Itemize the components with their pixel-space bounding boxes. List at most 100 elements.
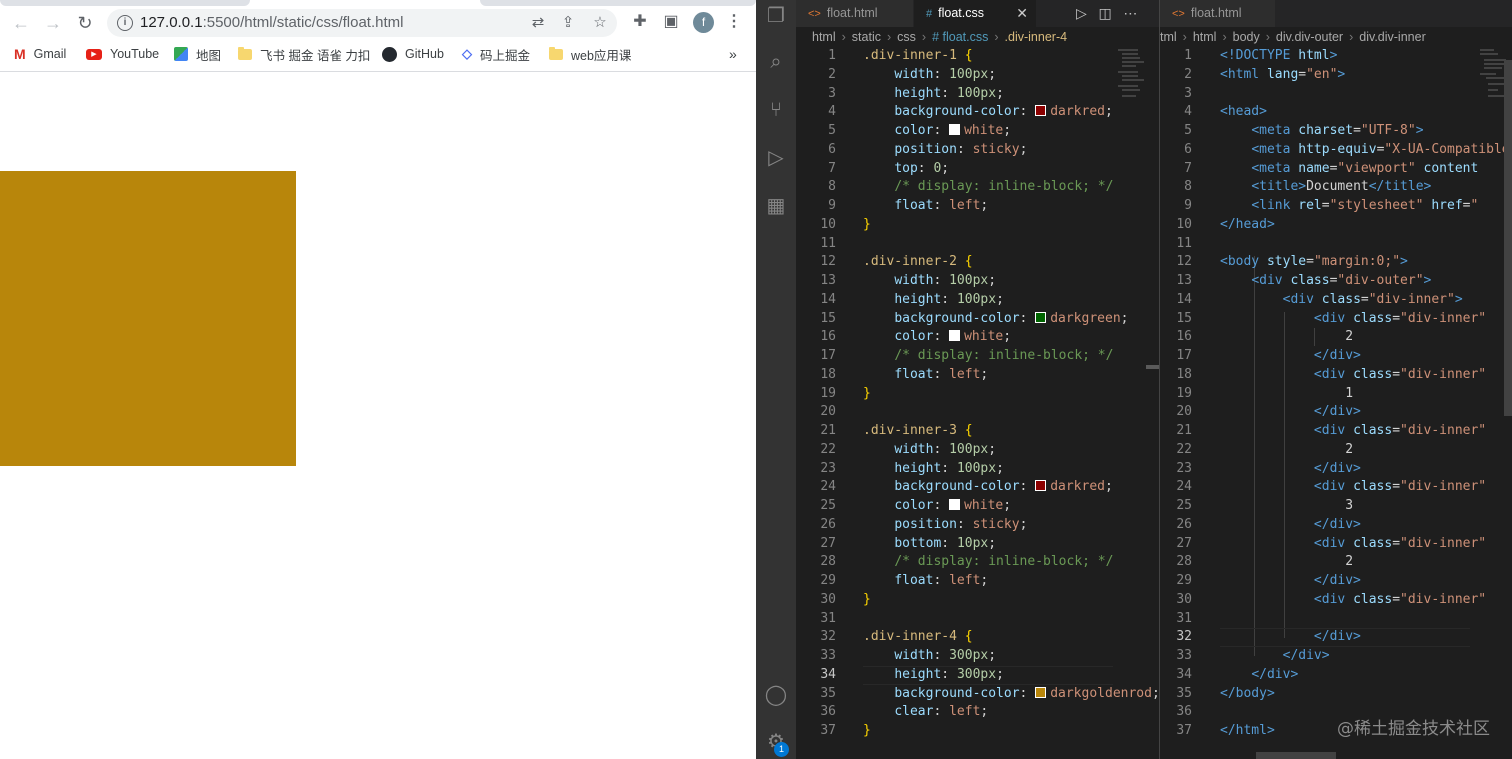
code-line[interactable]: </div> xyxy=(1220,628,1361,647)
css-scroll-indicator[interactable] xyxy=(1146,365,1159,369)
code-line[interactable]: /* display: inline-block; */ xyxy=(863,347,1113,366)
tab-float-html[interactable]: <> float.html xyxy=(796,0,913,27)
breadcrumb-item[interactable]: tml xyxy=(1160,30,1177,44)
code-line[interactable]: 3 xyxy=(1220,497,1353,516)
code-line[interactable]: float: left; xyxy=(863,366,988,385)
code-line[interactable]: </div> xyxy=(1220,666,1298,685)
code-line[interactable]: <!DOCTYPE html> xyxy=(1220,47,1337,66)
html-horizontal-scrollbar[interactable] xyxy=(1256,752,1336,759)
code-line[interactable]: /* display: inline-block; */ xyxy=(863,553,1113,572)
code-line[interactable]: <head> xyxy=(1220,103,1267,122)
bookmark-juejin[interactable]: ◇ 码上掘金 xyxy=(462,45,530,63)
url-text[interactable]: 127.0.0.1:5500/html/static/css/float.htm… xyxy=(140,14,403,31)
code-line[interactable]: </div> xyxy=(1220,572,1361,591)
code-line[interactable]: <meta name="viewport" content xyxy=(1220,160,1478,179)
code-line[interactable]: width: 300px; xyxy=(863,647,996,666)
code-line[interactable]: bottom: 10px; xyxy=(863,535,996,554)
breadcrumb-item[interactable]: # float.css xyxy=(932,30,988,44)
code-line[interactable]: .div-inner-3 { xyxy=(863,422,973,441)
code-line[interactable]: <meta http-equiv="X-UA-Compatible" xyxy=(1220,141,1512,160)
code-line[interactable]: 1 xyxy=(1220,385,1353,404)
code-line[interactable]: .div-inner-4 { xyxy=(863,628,973,647)
code-line[interactable]: </div> xyxy=(1220,347,1361,366)
site-info-icon[interactable]: i xyxy=(117,15,133,31)
css-minimap[interactable] xyxy=(1118,47,1154,107)
tab-float-html-right[interactable]: <> float.html xyxy=(1160,0,1275,27)
translate-icon[interactable]: ⇄ xyxy=(529,14,547,32)
back-icon[interactable]: ← xyxy=(10,12,32,34)
code-line[interactable]: background-color: darkgoldenrod; xyxy=(863,685,1159,704)
code-line[interactable]: <div class="div-inner" xyxy=(1220,535,1486,554)
code-line[interactable]: <meta charset="UTF-8"> xyxy=(1220,122,1423,141)
breadcrumb-item[interactable]: css xyxy=(897,30,916,44)
code-line[interactable]: </head> xyxy=(1220,216,1275,235)
reload-icon[interactable]: ↻ xyxy=(74,12,96,34)
source-control-icon[interactable]: ⑂ xyxy=(762,96,790,124)
breadcrumb-item[interactable]: html xyxy=(1193,30,1217,44)
side-panel-icon[interactable]: ▣ xyxy=(661,12,681,32)
code-line[interactable]: <div class="div-inner" xyxy=(1220,366,1486,385)
code-line[interactable]: float: left; xyxy=(863,572,988,591)
more-actions-icon[interactable]: ⋯ xyxy=(1123,5,1137,21)
run-icon[interactable]: ▷ xyxy=(1076,5,1087,21)
code-line[interactable]: background-color: darkred; xyxy=(863,103,1113,122)
breadcrumb-item[interactable]: div.div-outer xyxy=(1276,30,1343,44)
profile-avatar[interactable]: f xyxy=(693,12,714,33)
code-line[interactable]: <div class="div-inner" xyxy=(1220,310,1486,329)
code-line[interactable]: </div> xyxy=(1220,516,1361,535)
code-line[interactable]: width: 100px; xyxy=(863,441,996,460)
code-line[interactable]: </div> xyxy=(1220,460,1361,479)
code-line[interactable]: </div> xyxy=(1220,647,1330,666)
address-bar[interactable]: i 127.0.0.1:5500/html/static/css/float.h… xyxy=(107,9,617,37)
code-line[interactable]: } xyxy=(863,591,871,610)
code-line[interactable]: } xyxy=(863,216,871,235)
html-scrollbar[interactable] xyxy=(1504,60,1512,416)
code-line[interactable]: height: 100px; xyxy=(863,291,1004,310)
code-line[interactable]: .div-inner-2 { xyxy=(863,253,973,272)
bookmark-gmail[interactable]: M Gmail xyxy=(14,45,66,63)
code-line[interactable]: background-color: darkred; xyxy=(863,478,1113,497)
code-line[interactable]: } xyxy=(863,385,871,404)
forward-icon[interactable]: → xyxy=(42,12,64,34)
bookmark-maps[interactable]: 地图 xyxy=(174,45,221,63)
code-line[interactable]: 2 xyxy=(1220,553,1353,572)
code-line[interactable]: .div-inner-1 { xyxy=(863,47,973,66)
explorer-icon[interactable]: ❐ xyxy=(762,2,790,30)
code-line[interactable]: <html lang="en"> xyxy=(1220,66,1345,85)
extensions-icon[interactable]: ✚ xyxy=(630,12,650,32)
breadcrumb-item[interactable]: div.div-inner xyxy=(1359,30,1425,44)
code-line[interactable]: clear: left; xyxy=(863,703,988,722)
extensions-icon[interactable]: ▦ xyxy=(762,192,790,220)
bookmark-star-icon[interactable]: ☆ xyxy=(591,14,609,32)
breadcrumb-item[interactable]: html xyxy=(812,30,836,44)
code-line[interactable]: width: 100px; xyxy=(863,66,996,85)
code-line[interactable]: color: white; xyxy=(863,122,1011,141)
breadcrumb-item[interactable]: body xyxy=(1233,30,1260,44)
run-debug-icon[interactable]: ▷ xyxy=(762,144,790,172)
bookmark-folder-web[interactable]: web应用课 xyxy=(549,45,631,63)
search-icon[interactable]: ⌕ xyxy=(762,48,790,76)
code-line[interactable]: 2 xyxy=(1220,328,1353,347)
breadcrumb-item[interactable]: .div-inner-4 xyxy=(1005,30,1068,44)
code-line[interactable]: position: sticky; xyxy=(863,141,1027,160)
code-line[interactable]: <div class="div-outer"> xyxy=(1220,272,1431,291)
breadcrumb-item[interactable]: static xyxy=(852,30,881,44)
code-line[interactable]: color: white; xyxy=(863,328,1011,347)
code-line[interactable]: <div class="div-inner"> xyxy=(1220,291,1463,310)
bookmark-folder-tools[interactable]: 飞书 掘金 语雀 力扣 xyxy=(238,45,370,63)
code-line[interactable]: } xyxy=(863,722,871,741)
code-line[interactable]: </html> xyxy=(1220,722,1275,741)
code-line[interactable]: height: 100px; xyxy=(863,85,1004,104)
code-line[interactable]: <body style="margin:0;"> xyxy=(1220,253,1408,272)
split-editor-icon[interactable]: ◫ xyxy=(1098,5,1111,21)
code-line[interactable]: <div class="div-inner" xyxy=(1220,478,1486,497)
code-line[interactable]: position: sticky; xyxy=(863,516,1027,535)
account-icon[interactable]: ◯ xyxy=(762,681,790,709)
code-line[interactable]: <div class="div-inner" xyxy=(1220,591,1486,610)
share-icon[interactable]: ⇪ xyxy=(559,14,577,32)
code-line[interactable]: color: white; xyxy=(863,497,1011,516)
code-line[interactable]: 2 xyxy=(1220,441,1353,460)
code-line[interactable]: <link rel="stylesheet" href=" xyxy=(1220,197,1478,216)
code-line[interactable]: background-color: darkgreen; xyxy=(863,310,1128,329)
code-line[interactable]: float: left; xyxy=(863,197,988,216)
